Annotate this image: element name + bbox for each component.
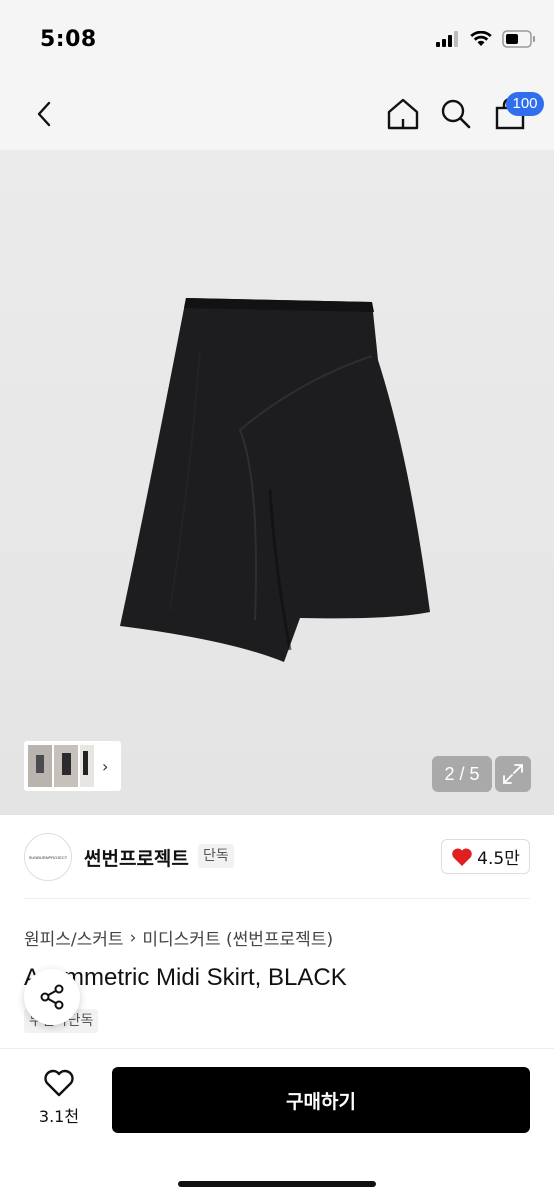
- wifi-icon: [470, 30, 492, 51]
- thumbnail[interactable]: [28, 745, 52, 787]
- chevron-right-icon[interactable]: ›: [102, 757, 108, 776]
- expand-icon: [503, 764, 523, 784]
- page-counter: 2 / 5: [432, 756, 492, 792]
- brand-like-count: 4.5만: [477, 849, 520, 869]
- breadcrumb: 원피스/스커트 › 미디스커트 (썬번프로젝트): [24, 925, 333, 951]
- heart-filled-icon: [452, 847, 472, 866]
- exclusive-badge: 단독: [198, 844, 234, 868]
- thumbnail-strip[interactable]: ›: [24, 741, 121, 791]
- brand-logo[interactable]: SUNBURNPROJECT: [24, 833, 72, 881]
- home-button[interactable]: [383, 94, 423, 134]
- brand-name[interactable]: 썬번프로젝트: [84, 844, 189, 871]
- home-icon: [387, 98, 419, 130]
- wishlist-count: 3.1천: [38, 1107, 80, 1126]
- status-time: 5:08: [40, 27, 97, 52]
- nav-bar: [0, 80, 554, 150]
- search-icon: [441, 99, 471, 129]
- back-button[interactable]: [26, 96, 62, 132]
- buy-button[interactable]: 구매하기: [112, 1067, 530, 1133]
- product-photo: [120, 298, 430, 662]
- share-button[interactable]: [24, 969, 80, 1025]
- search-button[interactable]: [436, 94, 476, 134]
- breadcrumb-subcategory[interactable]: 미디스커트 (썬번프로젝트): [142, 925, 333, 950]
- signal-icon: [436, 31, 460, 51]
- share-icon: [40, 984, 64, 1010]
- product-image-gallery[interactable]: › 2 / 5: [0, 150, 554, 815]
- brand-row: SUNBURNPROJECT 썬번프로젝트 단독 4.5만: [0, 815, 554, 899]
- thumbnail[interactable]: [80, 745, 94, 787]
- home-indicator: [178, 1181, 376, 1187]
- breadcrumb-separator: ›: [129, 927, 137, 948]
- chevron-left-icon: [37, 101, 51, 127]
- expand-button[interactable]: [495, 756, 531, 792]
- status-icons: [436, 30, 536, 52]
- divider: [24, 898, 530, 899]
- brand-like-button[interactable]: 4.5만: [441, 839, 530, 874]
- breadcrumb-category[interactable]: 원피스/스커트: [24, 925, 124, 950]
- thumbnail[interactable]: [54, 745, 78, 787]
- status-bar: 5:08: [0, 0, 554, 80]
- bottom-action-bar: 3.1천 구매하기: [0, 1048, 554, 1200]
- wishlist-button[interactable]: 3.1천: [30, 1069, 88, 1135]
- cart-count-badge: 100: [506, 92, 544, 116]
- battery-icon: [502, 30, 536, 52]
- heart-outline-icon: [44, 1069, 74, 1097]
